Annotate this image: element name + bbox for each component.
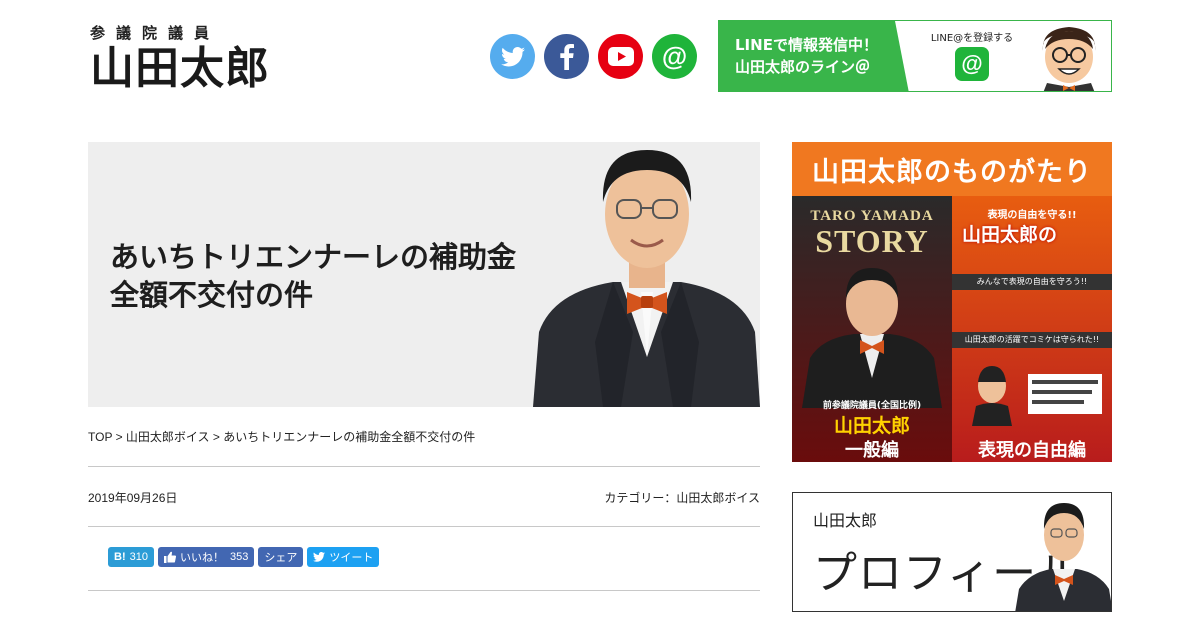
facebook-icon bbox=[559, 43, 574, 70]
story-character-image bbox=[972, 366, 1102, 426]
line-at-icon: @ bbox=[661, 41, 688, 71]
like-label: いいね！ bbox=[179, 552, 224, 564]
hatena-bookmark-button[interactable]: B! 310 bbox=[108, 547, 154, 567]
facebook-share-button[interactable]: シェア bbox=[258, 547, 304, 567]
twitter-icon bbox=[500, 46, 525, 66]
line-banner-line2: 山田太郎のライン＠ bbox=[735, 58, 871, 76]
logo-subtitle: 参議院議員 bbox=[90, 24, 221, 42]
facebook-link[interactable] bbox=[544, 34, 589, 79]
hatena-count: 310 bbox=[129, 551, 148, 563]
story-freedom-panel: 表現の自由を守る!! 山田太郎の みんなで表現の自由を守ろう!! 山田太郎の活躍… bbox=[952, 196, 1112, 462]
story-general-panel: TARO YAMADA STORY 前参議院議員(全国比例) 山田太郎 一般編 bbox=[792, 196, 952, 462]
story-banner-title: 山田太郎のものがたり bbox=[812, 156, 1092, 188]
story-author-name: 前参議院議員(全国比例) 山田太郎 bbox=[792, 398, 952, 438]
line-banner-text: LINEで情報発信中！ 山田太郎のライン＠ bbox=[719, 21, 909, 91]
story-freedom-tagline: 表現の自由を守る!! bbox=[987, 210, 1077, 221]
article-title-line1: あいちトリエンナーレの補助金 bbox=[110, 240, 517, 274]
story-freedom-label: 表現の自由編 bbox=[978, 440, 1086, 461]
line-banner-line1: LINEで情報発信中！ bbox=[735, 36, 878, 54]
hatena-icon: B! bbox=[114, 551, 126, 563]
line-link[interactable]: @ bbox=[652, 34, 697, 79]
breadcrumb-current: あいちトリエンナーレの補助金全額不交付の件 bbox=[223, 430, 476, 444]
divider bbox=[88, 466, 760, 467]
story-general-label: 一般編 bbox=[845, 440, 899, 461]
category-label: カテゴリー： bbox=[604, 491, 677, 505]
tweet-label: ツイート bbox=[329, 552, 374, 564]
breadcrumb-separator: > bbox=[209, 430, 224, 444]
article-title: あいちトリエンナーレの補助金 全額不交付の件 bbox=[110, 238, 516, 314]
story-band-2: 山田太郎の活躍でコミケは守られた!! bbox=[952, 332, 1112, 348]
story-author-label: 山田太郎 bbox=[833, 415, 910, 437]
line-register-banner[interactable]: LINEで情報発信中！ 山田太郎のライン＠ LINE@を登録する @ bbox=[718, 20, 1112, 92]
politician-portrait-image bbox=[533, 150, 760, 407]
line-at-glyph: @ bbox=[961, 51, 983, 76]
site-logo[interactable]: 参議院議員 山田太郎 bbox=[90, 22, 270, 93]
facebook-like-button[interactable]: いいね！ 353 bbox=[157, 547, 255, 567]
story-manga-banner[interactable]: 山田太郎のものがたり TARO YAMADA STORY 前参議院議員(全国比例… bbox=[792, 142, 1112, 462]
like-count: 353 bbox=[229, 551, 249, 563]
twitter-icon bbox=[313, 552, 326, 562]
article-hero-banner: あいちトリエンナーレの補助金 全額不交付の件 bbox=[88, 142, 760, 407]
youtube-icon bbox=[607, 47, 634, 66]
story-author-role: 前参議院議員(全国比例) bbox=[822, 401, 922, 411]
story-banner-header: 山田太郎のものがたり bbox=[792, 142, 1112, 196]
cartoon-character-image bbox=[1042, 27, 1096, 91]
story-freedom-name: 山田太郎の bbox=[962, 224, 1058, 246]
line-at-icon: @ bbox=[955, 47, 989, 81]
thumbs-up-icon bbox=[163, 551, 176, 563]
story-band-1: みんなで表現の自由を守ろう!! bbox=[952, 274, 1112, 290]
youtube-link[interactable] bbox=[598, 34, 643, 79]
breadcrumb-separator: > bbox=[112, 430, 126, 444]
profile-portrait-image bbox=[1015, 503, 1111, 611]
tweet-button[interactable]: ツイート bbox=[307, 547, 380, 567]
social-links: @ bbox=[490, 34, 697, 79]
profile-name: 山田太郎 bbox=[813, 511, 878, 530]
story-english-title: TARO YAMADA STORY bbox=[792, 208, 952, 257]
category-link[interactable]: 山田太郎ボイス bbox=[676, 491, 760, 505]
post-category: カテゴリー：山田太郎ボイス bbox=[604, 489, 760, 506]
divider bbox=[88, 526, 760, 527]
story-portrait-image bbox=[802, 268, 942, 408]
breadcrumb: TOP > 山田太郎ボイス > あいちトリエンナーレの補助金全額不交付の件 bbox=[88, 428, 475, 445]
story-eng-line2: STORY bbox=[815, 223, 929, 259]
breadcrumb-top-link[interactable]: TOP bbox=[88, 430, 112, 444]
divider bbox=[88, 590, 760, 591]
twitter-link[interactable] bbox=[490, 34, 535, 79]
article-title-line2: 全額不交付の件 bbox=[110, 278, 314, 312]
logo-title: 山田太郎 bbox=[90, 43, 270, 94]
profile-banner[interactable]: 山田太郎 プロフィール bbox=[792, 492, 1112, 612]
post-date: 2019年09月26日 bbox=[88, 491, 178, 505]
line-register-label: LINE@を登録する bbox=[930, 33, 1014, 44]
breadcrumb-section-link[interactable]: 山田太郎ボイス bbox=[126, 430, 210, 444]
share-buttons: B! 310 いいね！ 353 シェア ツイート bbox=[108, 547, 380, 567]
